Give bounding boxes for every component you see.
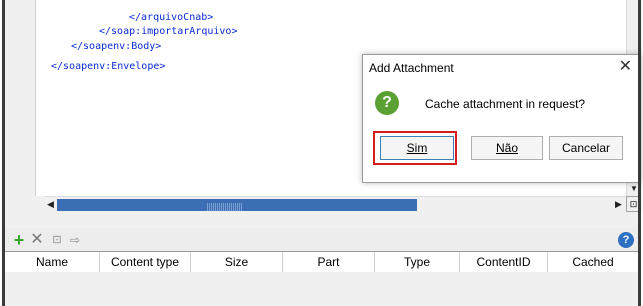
code-line: </arquivoCnab> (129, 12, 214, 23)
delete-icon[interactable]: ✕ (29, 232, 45, 248)
scroll-right-icon[interactable]: ▶ (615, 199, 622, 210)
question-icon: ? (375, 91, 399, 115)
scroll-grip (207, 203, 243, 211)
code-line: </soapenv:Body> (71, 41, 162, 52)
column-header-contentid[interactable]: ContentID (460, 252, 548, 272)
column-header-size[interactable]: Size (191, 252, 283, 272)
code-line: </soapenv:Envelope> (51, 61, 166, 72)
edit-icon[interactable]: ⊡ (49, 232, 65, 248)
horizontal-scroll-thumb[interactable] (57, 199, 417, 211)
column-header-type[interactable]: Type (375, 252, 460, 272)
sim-button[interactable]: Sim (380, 136, 454, 160)
dialog-title: Add Attachment (369, 61, 454, 75)
export-icon[interactable]: ⇨ (67, 232, 83, 248)
scroll-down-icon[interactable]: ▼ (630, 184, 638, 193)
column-header-content-type[interactable]: Content type (100, 252, 191, 272)
plus-icon[interactable]: + (11, 231, 27, 249)
column-header-cached[interactable]: Cached (548, 252, 638, 272)
code-line: </soap:importarArquivo> (99, 26, 238, 37)
nao-button[interactable]: Não (471, 136, 543, 160)
window-frame-right (638, 0, 641, 306)
dialog-body: ? Cache attachment in request? Sim Não C… (363, 85, 640, 182)
attachments-table-header: Name Content type Size Part Type Content… (5, 251, 638, 273)
close-icon[interactable]: ✕ (619, 59, 632, 75)
column-header-name[interactable]: Name (5, 252, 100, 272)
attachments-panel: + ✕ ⊡ ⇨ ? Name Content type Size Part Ty… (5, 228, 638, 306)
attachments-table-body (5, 272, 638, 306)
nao-button-label: Não (495, 141, 518, 155)
sim-button-label: Sim (406, 141, 428, 155)
horizontal-scrollbar[interactable]: ◀ ▶ (45, 196, 626, 213)
column-header-part[interactable]: Part (283, 252, 375, 272)
cancelar-button[interactable]: Cancelar (549, 136, 623, 160)
scroll-left-icon[interactable]: ◀ (47, 199, 54, 210)
help-icon[interactable]: ? (618, 232, 634, 248)
dialog-message: Cache attachment in request? (425, 97, 586, 111)
add-attachment-dialog: Add Attachment ✕ ? Cache attachment in r… (362, 54, 641, 183)
